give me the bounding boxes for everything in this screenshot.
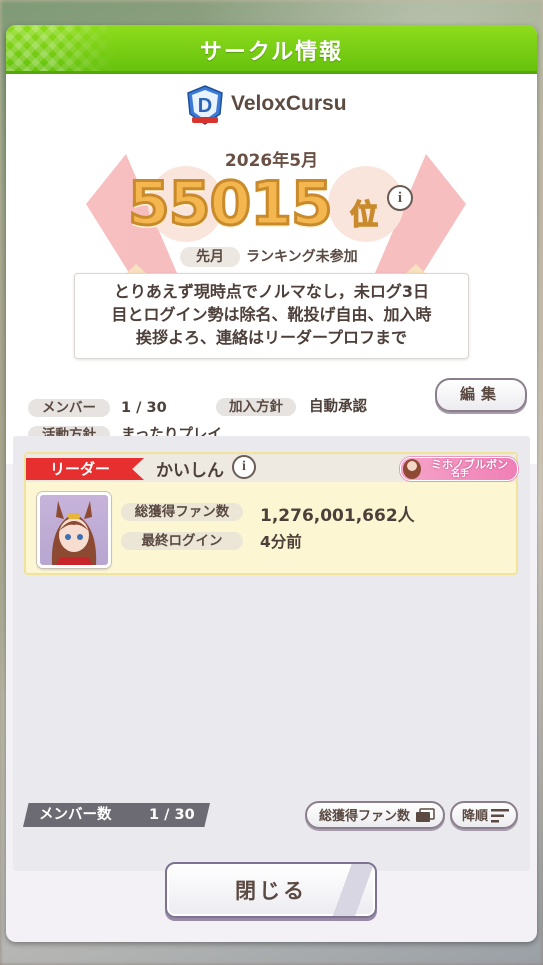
circle-emblem-icon: D (187, 85, 223, 125)
circle-rank: 55015 位 (127, 168, 379, 241)
rank-suffix: 位 (349, 197, 379, 232)
rank-number: 55015 (127, 168, 335, 241)
close-button-label: 閉じる (235, 879, 307, 903)
member-count-value: 1 / 30 (149, 807, 195, 823)
sort-key-label: 総獲得ファン数 (319, 809, 411, 824)
comment-line: 挨拶よろ、連絡はリーダープロフまで (135, 328, 408, 347)
title-badge-name: ミホノブルボン (431, 458, 508, 471)
fans-label: 総獲得ファン数 (121, 503, 243, 521)
member-count-label: メンバー数 (39, 807, 112, 823)
circle-info-dialog: サークル情報 D VeloxCursu 2026年5月 55015 位 i 先月… (6, 25, 537, 942)
member-avatar[interactable] (37, 492, 111, 568)
member-title-badge: ミホノブルボン 名手 (400, 457, 518, 481)
close-button[interactable]: 閉じる (165, 862, 377, 918)
ranking-period: 2026年5月 (224, 151, 319, 171)
member-info-button[interactable]: i (232, 455, 256, 479)
join-policy-label: 加入方針 (216, 398, 296, 416)
member-row-header: リーダー かいしん i ミホノブルボン 名手 (26, 454, 518, 482)
member-name: かいしん (156, 461, 224, 481)
members-value: 1 / 30 (121, 400, 167, 416)
comment-line: とりあえず現時点でノルマなし，未ログ3日 (113, 282, 430, 301)
rank-info-button[interactable]: i (387, 185, 413, 211)
title-character-icon (403, 459, 421, 479)
last-month-label: 先月 (180, 247, 240, 267)
comment-line: 目とログイン勢は除名、靴投げ自由、加入時 (111, 305, 432, 324)
member-count: メンバー数 1 / 30 (23, 803, 210, 827)
member-row[interactable]: リーダー かいしん i ミホノブルボン 名手 総獲得ファン数 1,276,001… (24, 452, 518, 575)
fans-value: 1,276,001,662人 (260, 506, 415, 526)
title-badge-rank: 名手 (451, 469, 470, 479)
members-label: メンバー (28, 399, 110, 417)
join-policy-value: 自動承認 (309, 399, 367, 415)
character-portrait-icon (51, 501, 97, 565)
last-month-value: ランキング未参加 (246, 249, 358, 265)
circle-name: VeloxCursu (231, 92, 347, 115)
svg-text:D: D (198, 95, 212, 117)
sort-order-button[interactable]: 降順 (450, 801, 518, 829)
button-shine (325, 864, 375, 916)
dialog-title: サークル情報 (199, 40, 344, 65)
leader-badge: リーダー (26, 458, 144, 480)
sort-key-icon (416, 808, 435, 822)
sort-key-button[interactable]: 総獲得ファン数 (305, 801, 445, 829)
edit-button[interactable]: 編集 (435, 378, 527, 412)
dialog-header: サークル情報 (6, 25, 537, 74)
last-login-label: 最終ログイン (121, 532, 243, 550)
circle-comment: とりあえず現時点でノルマなし，未ログ3日 目とログイン勢は除名、靴投げ自由、加入… (74, 273, 469, 359)
sort-lines-icon (491, 809, 509, 823)
last-login-value: 4分前 (260, 533, 302, 551)
sort-order-label: 降順 (462, 809, 489, 824)
